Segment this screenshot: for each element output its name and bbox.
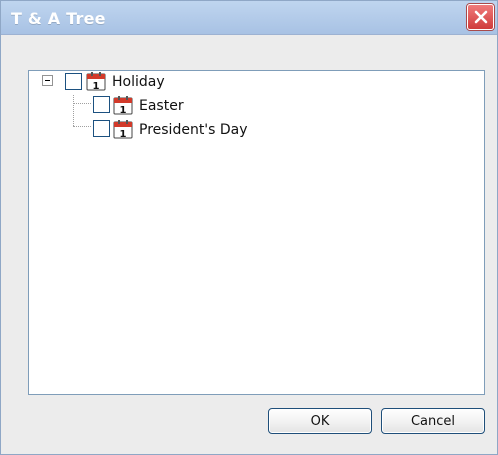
tree-node-label[interactable]: Easter: [139, 98, 184, 114]
checkbox-presidents-day[interactable]: [93, 120, 110, 137]
tree-connector: [73, 95, 74, 126]
close-button[interactable]: [467, 4, 494, 30]
svg-text:1: 1: [120, 105, 127, 115]
cancel-button[interactable]: Cancel: [381, 408, 485, 434]
svg-text:1: 1: [120, 129, 127, 139]
collapse-toggle-icon[interactable]: [42, 75, 53, 86]
calendar-icon: 1: [113, 96, 133, 115]
tree-connector: [73, 103, 91, 104]
dialog-window: T & A Tree 1 Holiday 1 Easter 1 Presiden…: [0, 0, 498, 455]
checkbox-holiday[interactable]: [65, 73, 82, 90]
tree-view[interactable]: 1 Holiday 1 Easter 1 President's Day: [28, 70, 485, 395]
ok-button[interactable]: OK: [268, 408, 372, 434]
close-icon: [474, 10, 487, 24]
tree-node-label[interactable]: President's Day: [139, 122, 248, 138]
tree-connector: [73, 126, 91, 127]
window-title: T & A Tree: [11, 9, 106, 28]
title-bar[interactable]: T & A Tree: [1, 1, 497, 35]
calendar-icon: 1: [86, 72, 106, 91]
checkbox-easter[interactable]: [93, 96, 110, 113]
tree-node-label[interactable]: Holiday: [112, 74, 165, 90]
svg-text:1: 1: [93, 81, 100, 91]
calendar-icon: 1: [113, 120, 133, 139]
